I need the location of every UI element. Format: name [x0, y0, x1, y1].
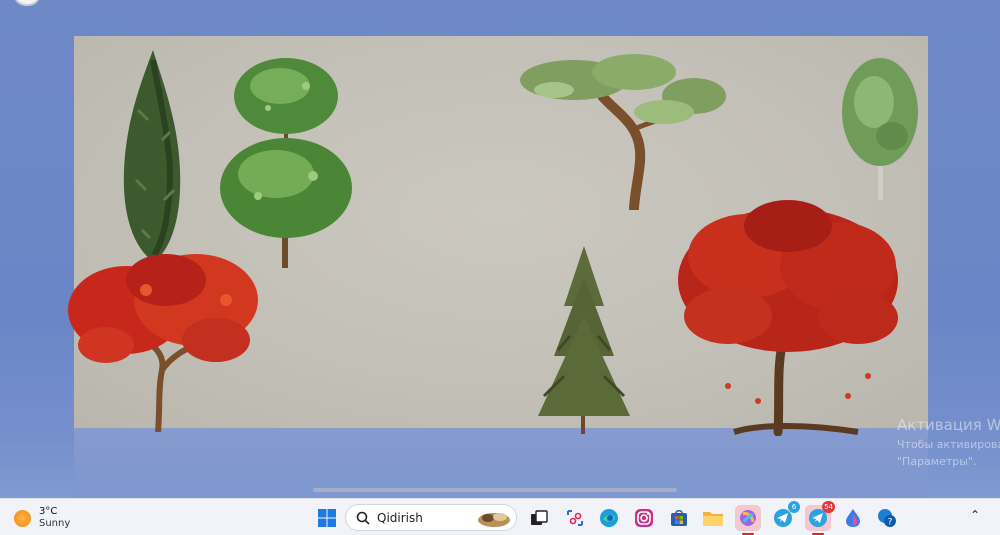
birch-tree: [842, 58, 918, 200]
weather-text: 3°C Sunny: [39, 506, 70, 530]
watermark-line-2: "Параметры".: [897, 455, 977, 468]
svg-text:?: ?: [888, 518, 893, 528]
help-button[interactable]: ?: [874, 505, 900, 531]
instagram-icon: [635, 509, 653, 527]
telegram-button[interactable]: 6: [770, 501, 800, 531]
task-view-button[interactable]: [526, 505, 552, 531]
snipping-tool-icon: [567, 510, 583, 526]
sun-icon: [14, 509, 31, 527]
edge-icon: [600, 509, 618, 527]
weather-widget[interactable]: 3°C Sunny: [14, 505, 94, 531]
store-icon: [671, 509, 687, 526]
desktop-stage: Активация Wi Чтобы активироват "Параметр…: [0, 0, 1000, 498]
search-placeholder: Qidirish: [377, 510, 423, 525]
watermark-title: Активация Wi: [897, 416, 1000, 434]
search-highlight-art-icon: [478, 513, 510, 527]
instagram-button[interactable]: [631, 505, 657, 531]
windows-logo-icon: [318, 509, 336, 527]
telegram-badge: 6: [788, 501, 800, 513]
search-box[interactable]: Qidirish: [345, 504, 517, 531]
file-explorer-button[interactable]: [700, 505, 726, 531]
edge-button[interactable]: [596, 505, 622, 531]
folder-icon: [703, 512, 723, 526]
water-drop-icon: [846, 509, 860, 527]
activation-watermark: Активация Wi Чтобы активироват "Параметр…: [897, 416, 1000, 468]
snipping-tool-button[interactable]: [562, 505, 588, 531]
bonsai-pine-tree: [520, 54, 726, 210]
cypress-tree: [123, 50, 181, 262]
taskbar: 3°C Sunny Qidirish 6 54 ? ⌃: [0, 498, 1000, 535]
telegram-2-badge: 54: [822, 501, 835, 513]
topiary-tree: [220, 58, 352, 268]
start-button[interactable]: [314, 505, 340, 531]
watermark-line-1: Чтобы активироват: [897, 438, 1000, 451]
weather-temperature: 3°C: [39, 506, 58, 517]
red-maple-tree: [68, 254, 258, 433]
chevron-up-icon[interactable]: ⌃: [970, 508, 980, 522]
telegram-2-button[interactable]: 54: [805, 501, 835, 535]
scroll-indicator[interactable]: [313, 488, 677, 492]
weather-condition: Sunny: [39, 518, 71, 529]
help-icon: ?: [878, 509, 896, 528]
spruce-tree: [538, 246, 630, 434]
red-oak-tree: [678, 200, 898, 436]
store-button[interactable]: [666, 505, 692, 531]
task-view-icon: [531, 510, 548, 525]
copilot-icon: [740, 510, 756, 526]
copilot-button[interactable]: [735, 505, 761, 535]
search-icon: [356, 511, 370, 525]
water-drop-app-button[interactable]: [840, 505, 866, 531]
app-avatar-icon[interactable]: [14, 0, 40, 6]
